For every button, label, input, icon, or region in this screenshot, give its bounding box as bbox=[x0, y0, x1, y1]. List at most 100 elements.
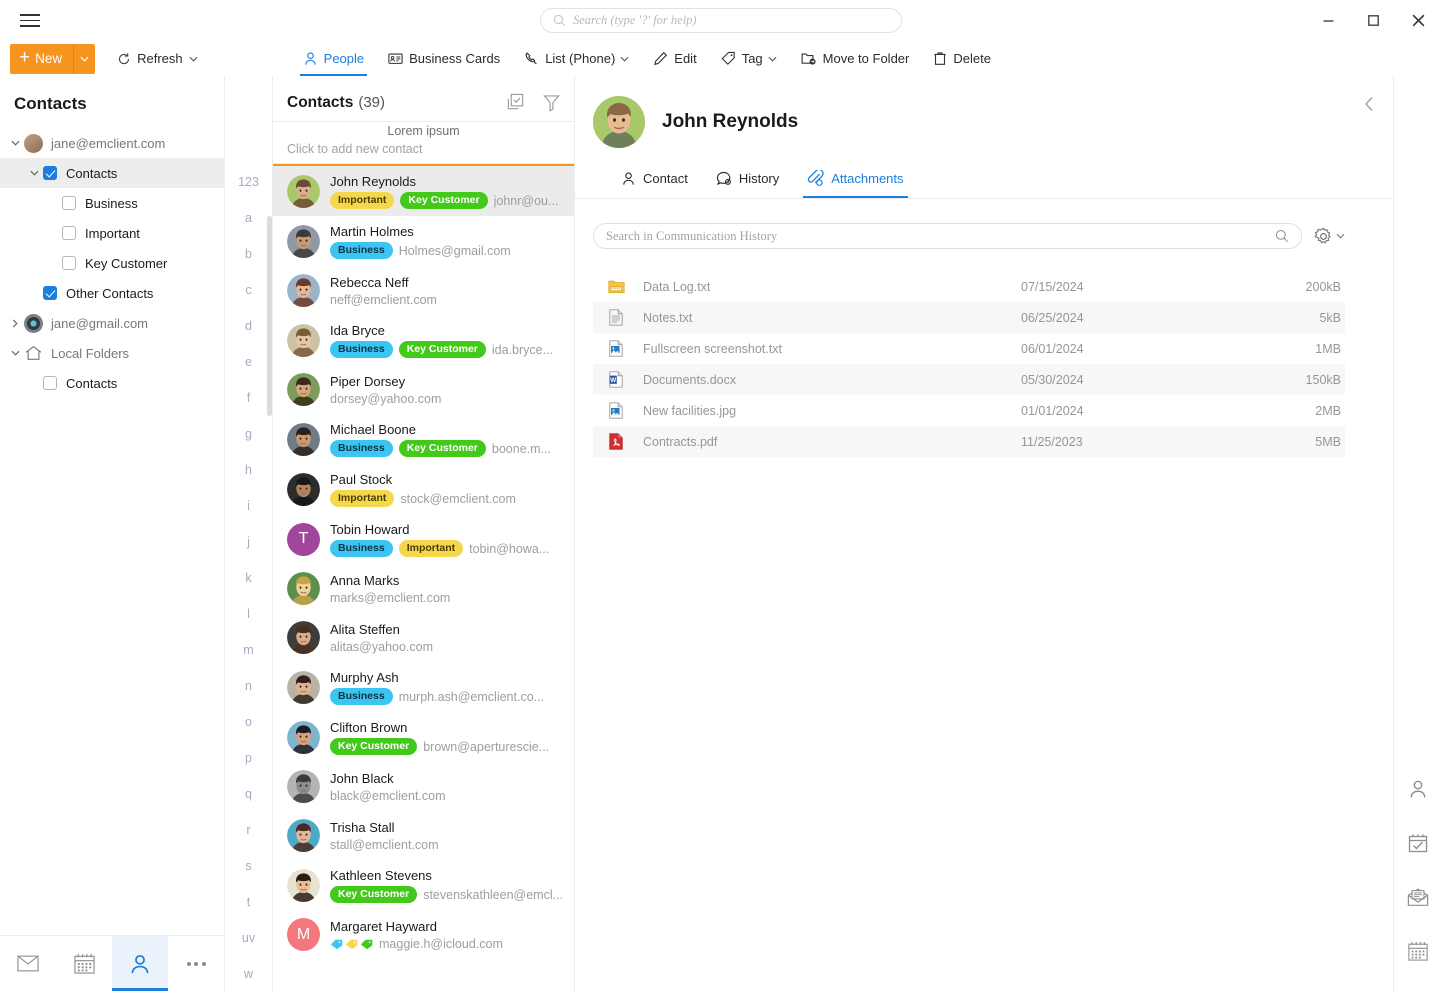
refresh-button[interactable]: Refresh bbox=[111, 47, 204, 70]
toolbar-item-tag[interactable]: Tag bbox=[710, 41, 788, 76]
settings-button[interactable] bbox=[1314, 227, 1345, 246]
alpha-index-b[interactable]: b bbox=[245, 236, 252, 272]
sidebar-item-local-folders[interactable]: Local Folders bbox=[0, 338, 224, 368]
alphabet-index-strip[interactable]: 123abcdefghijklmnopqrstuvwxyz bbox=[225, 76, 273, 991]
alphabet-scrollbar[interactable] bbox=[267, 216, 272, 416]
alpha-index-h[interactable]: h bbox=[245, 452, 252, 488]
alpha-index-j[interactable]: j bbox=[247, 524, 250, 560]
alpha-index-o[interactable]: o bbox=[245, 704, 252, 740]
alpha-index-s[interactable]: s bbox=[245, 848, 251, 884]
contact-list-item[interactable]: Michael BooneBusinessKey Customerboone.m… bbox=[273, 414, 574, 464]
history-search-input[interactable]: Search in Communication History bbox=[593, 223, 1302, 249]
chevron-right-icon[interactable] bbox=[6, 319, 24, 328]
tab-attachments[interactable]: Attachments bbox=[793, 164, 917, 198]
chevron-down-icon[interactable] bbox=[25, 170, 43, 176]
filter-icon[interactable] bbox=[543, 94, 560, 112]
sidebar-item-key-customer[interactable]: Key Customer bbox=[0, 248, 224, 278]
rail-item-calendar[interactable] bbox=[1398, 933, 1438, 969]
close-button[interactable] bbox=[1396, 0, 1441, 41]
tab-history[interactable]: History bbox=[702, 164, 793, 198]
rail-item-mail[interactable] bbox=[1398, 879, 1438, 915]
maximize-button[interactable] bbox=[1351, 0, 1396, 41]
alpha-index-p[interactable]: p bbox=[245, 740, 252, 776]
checkbox-contacts[interactable] bbox=[43, 376, 57, 390]
collapse-panel-button[interactable] bbox=[1345, 76, 1393, 132]
toolbar-item-people[interactable]: People bbox=[292, 41, 375, 76]
add-new-contact-input[interactable]: Click to add new contact bbox=[273, 142, 574, 156]
attachment-row[interactable]: Fullscreen screenshot.txt06/01/20241MB bbox=[593, 333, 1345, 364]
global-search-input[interactable]: Search (type '?' for help) bbox=[540, 8, 902, 33]
toolbar-item-list-phone[interactable]: List (Phone) bbox=[513, 41, 640, 76]
bottom-nav-calendar[interactable] bbox=[56, 936, 112, 991]
attachment-row[interactable]: Contracts.pdf11/25/20235MB bbox=[593, 426, 1345, 457]
checkbox-other-contacts[interactable] bbox=[43, 286, 57, 300]
sidebar-item-contacts[interactable]: Contacts bbox=[0, 158, 224, 188]
alpha-index-123[interactable]: 123 bbox=[238, 164, 259, 200]
alpha-index-f[interactable]: f bbox=[247, 380, 250, 416]
rail-item-contacts[interactable] bbox=[1398, 771, 1438, 807]
alpha-index-i[interactable]: i bbox=[247, 488, 250, 524]
alpha-index-n[interactable]: n bbox=[245, 668, 252, 704]
new-button[interactable]: + New bbox=[10, 44, 95, 74]
contact-list-item[interactable]: Murphy AshBusinessmurph.ash@emclient.co.… bbox=[273, 662, 574, 712]
alpha-index-w[interactable]: w bbox=[244, 956, 253, 991]
contact-list-item[interactable]: Ida BryceBusinessKey Customerida.bryce..… bbox=[273, 315, 574, 365]
contact-list-item[interactable]: Anna Marksmarks@emclient.com bbox=[273, 564, 574, 613]
checkbox-business[interactable] bbox=[62, 196, 76, 210]
bottom-nav-more[interactable] bbox=[168, 936, 224, 991]
minimize-button[interactable] bbox=[1306, 0, 1351, 41]
chevron-down-icon[interactable] bbox=[620, 56, 629, 62]
sidebar-item-important[interactable]: Important bbox=[0, 218, 224, 248]
alpha-index-t[interactable]: t bbox=[247, 884, 250, 920]
alpha-index-e[interactable]: e bbox=[245, 344, 252, 380]
contact-list-item[interactable]: John Blackblack@emclient.com bbox=[273, 762, 574, 811]
sidebar-item-contacts[interactable]: Contacts bbox=[0, 368, 224, 398]
add-contact-bar[interactable]: Lorem ipsum Click to add new contact bbox=[273, 122, 574, 164]
sidebar-item-other-contacts[interactable]: Other Contacts bbox=[0, 278, 224, 308]
attachment-row[interactable]: WDocuments.docx05/30/2024150kB bbox=[593, 364, 1345, 395]
contact-list-item[interactable]: Martin HolmesBusinessHolmes@gmail.com bbox=[273, 216, 574, 266]
alpha-index-c[interactable]: c bbox=[245, 272, 251, 308]
chevron-down-icon[interactable] bbox=[1336, 233, 1345, 239]
contact-list-item[interactable]: Rebecca Neffneff@emclient.com bbox=[273, 266, 574, 315]
search-icon[interactable] bbox=[1275, 229, 1289, 243]
toolbar-item-business-cards[interactable]: Business Cards bbox=[377, 41, 511, 76]
attachment-row[interactable]: Notes.txt06/25/20245kB bbox=[593, 302, 1345, 333]
rail-item-tasks[interactable] bbox=[1398, 825, 1438, 861]
alpha-index-d[interactable]: d bbox=[245, 308, 252, 344]
alpha-index-l[interactable]: l bbox=[247, 596, 250, 632]
alpha-index-a[interactable]: a bbox=[245, 200, 252, 236]
checkbox-important[interactable] bbox=[62, 226, 76, 240]
contact-list-item[interactable]: Kathleen StevensKey Customerstevenskathl… bbox=[273, 860, 574, 910]
checkbox-contacts[interactable] bbox=[43, 166, 57, 180]
select-all-icon[interactable] bbox=[506, 93, 525, 112]
alpha-index-r[interactable]: r bbox=[246, 812, 250, 848]
toolbar-item-move-to-folder[interactable]: Move to Folder bbox=[790, 41, 921, 76]
chevron-down-icon[interactable] bbox=[6, 140, 24, 146]
contact-list-item[interactable]: John ReynoldsImportantKey Customerjohnr@… bbox=[273, 164, 574, 216]
toolbar-item-delete[interactable]: Delete bbox=[922, 41, 1002, 76]
checkbox-key-customer[interactable] bbox=[62, 256, 76, 270]
contact-list-item[interactable]: Alita Steffenalitas@yahoo.com bbox=[273, 613, 574, 662]
sidebar-item-jane-emclient-com[interactable]: jane@emclient.com bbox=[0, 128, 224, 158]
refresh-caret-icon[interactable] bbox=[189, 56, 198, 62]
attachment-row[interactable]: Data Log.txt07/15/2024200kB bbox=[593, 271, 1345, 302]
new-dropdown-caret-icon[interactable] bbox=[73, 44, 95, 74]
contact-list-item[interactable]: Piper Dorseydorsey@yahoo.com bbox=[273, 365, 574, 414]
hamburger-menu-icon[interactable] bbox=[10, 0, 50, 41]
chevron-down-icon[interactable] bbox=[768, 56, 777, 62]
sidebar-item-jane-gmail-com[interactable]: jane@gmail.com bbox=[0, 308, 224, 338]
alpha-index-g[interactable]: g bbox=[245, 416, 252, 452]
contact-list-item[interactable]: TTobin HowardBusinessImportanttobin@howa… bbox=[273, 514, 574, 564]
tab-contact[interactable]: Contact bbox=[607, 164, 702, 198]
alpha-index-k[interactable]: k bbox=[245, 560, 251, 596]
contact-list-item[interactable]: Paul StockImportantstock@emclient.com bbox=[273, 464, 574, 514]
alpha-index-uv[interactable]: uv bbox=[242, 920, 255, 956]
bottom-nav-mail[interactable] bbox=[0, 936, 56, 991]
contact-list-item[interactable]: Clifton BrownKey Customerbrown@apertures… bbox=[273, 712, 574, 762]
sidebar-item-business[interactable]: Business bbox=[0, 188, 224, 218]
bottom-nav-contacts[interactable] bbox=[112, 936, 168, 991]
alpha-index-m[interactable]: m bbox=[243, 632, 253, 668]
chevron-down-icon[interactable] bbox=[6, 350, 24, 356]
toolbar-item-edit[interactable]: Edit bbox=[642, 41, 707, 76]
